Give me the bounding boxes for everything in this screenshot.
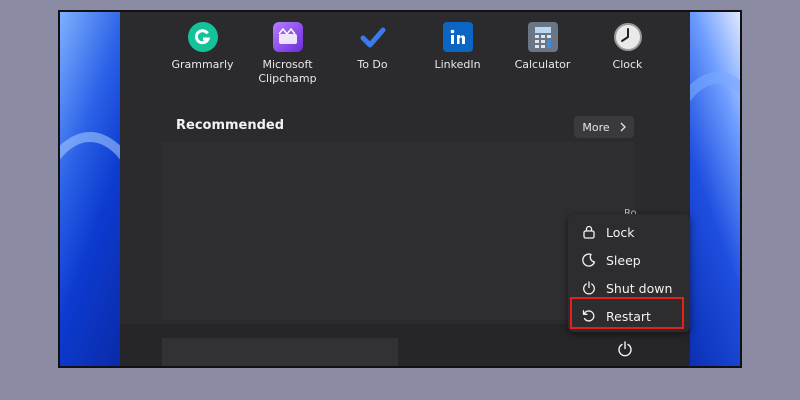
power-menu-restart[interactable]: Restart — [568, 302, 690, 330]
wallpaper-right — [646, 12, 740, 366]
pinned-app-grammarly[interactable]: Grammarly — [160, 22, 245, 86]
desktop-screen: Grammarly Microsoft Clipchamp To Do Link… — [58, 10, 742, 368]
user-account-button[interactable] — [162, 338, 398, 366]
more-label: More — [582, 120, 610, 134]
pinned-app-clock[interactable]: Clock — [585, 22, 670, 86]
power-menu-label: Lock — [606, 224, 635, 240]
pinned-app-linkedin[interactable]: LinkedIn — [415, 22, 500, 86]
power-menu: Lock Sleep Shut down Restart — [568, 214, 690, 332]
power-menu-sleep[interactable]: Sleep — [568, 246, 690, 274]
recommended-title: Recommended — [176, 118, 285, 133]
pinned-apps: Grammarly Microsoft Clipchamp To Do Link… — [160, 22, 670, 86]
power-menu-label: Restart — [606, 308, 651, 324]
lock-icon — [583, 225, 595, 239]
linkedin-icon — [442, 22, 473, 52]
todo-icon — [358, 22, 388, 52]
chevron-right-icon — [620, 122, 626, 132]
power-menu-label: Shut down — [606, 280, 673, 296]
power-icon — [583, 281, 595, 295]
power-button[interactable] — [616, 340, 634, 358]
wallpaper-left — [60, 12, 160, 366]
power-icon — [618, 341, 632, 357]
pinned-app-calculator[interactable]: Calculator — [500, 22, 585, 86]
app-label: Grammarly — [171, 58, 234, 71]
power-menu-lock[interactable]: Lock — [568, 218, 690, 246]
grammarly-icon — [187, 22, 218, 52]
app-label: To Do — [357, 58, 388, 71]
power-menu-label: Sleep — [606, 252, 641, 268]
calculator-icon — [527, 22, 558, 52]
restart-icon — [582, 310, 595, 322]
sleep-icon — [582, 253, 596, 267]
power-menu-shut-down[interactable]: Shut down — [568, 274, 690, 302]
recommended-list — [162, 142, 634, 320]
clock-icon — [613, 22, 643, 52]
clipchamp-icon — [272, 22, 303, 52]
pinned-app-clipchamp[interactable]: Microsoft Clipchamp — [245, 22, 330, 86]
app-label: Calculator — [514, 58, 571, 71]
app-label: Clock — [612, 58, 643, 71]
app-label: LinkedIn — [434, 58, 481, 71]
app-label: Microsoft Clipchamp — [258, 58, 317, 85]
more-button[interactable]: More — [574, 116, 634, 138]
pinned-app-todo[interactable]: To Do — [330, 22, 415, 86]
